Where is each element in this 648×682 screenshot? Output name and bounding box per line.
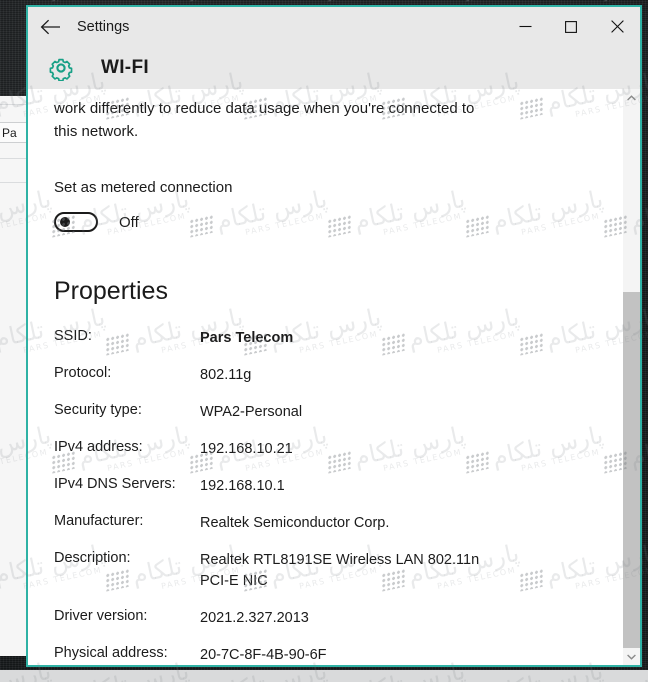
back-arrow-icon[interactable] (28, 8, 72, 46)
property-row: Security type: WPA2-Personal (54, 402, 623, 423)
property-row: Physical address: 20-7C-8F-4B-90-6F (54, 645, 623, 665)
vertical-scrollbar[interactable] (623, 89, 640, 665)
property-row: IPv4 address: 192.168.10.21 (54, 439, 623, 460)
property-value: WPA2-Personal (200, 404, 303, 420)
page-title: WI-FI (101, 56, 149, 78)
taskbar-strip (0, 670, 648, 682)
caption-buttons (502, 7, 640, 46)
property-key: Protocol: (54, 365, 112, 381)
property-key: IPv4 DNS Servers: (54, 476, 176, 492)
property-row: IPv4 DNS Servers: 192.168.10.1 (54, 476, 623, 497)
property-row: Driver version: 2021.2.327.2013 (54, 608, 623, 629)
property-key: IPv4 address: (54, 439, 143, 455)
property-value: 192.168.10.21 (200, 441, 293, 457)
property-key: Physical address: (54, 645, 168, 661)
property-row: Description: Realtek RTL8191SE Wireless … (54, 550, 623, 592)
property-value: 192.168.10.1 (200, 478, 285, 494)
property-value: Pars Telecom (200, 330, 294, 346)
property-key: Security type: (54, 402, 142, 418)
property-row: Manufacturer: Realtek Semiconductor Corp… (54, 513, 623, 534)
settings-window: Settings WI-FI work differently to reduc… (26, 5, 642, 667)
property-key: Manufacturer: (54, 513, 144, 529)
property-key: SSID: (54, 328, 92, 344)
property-value: 20-7C-8F-4B-90-6F (200, 647, 327, 663)
close-icon[interactable] (594, 7, 640, 46)
gear-icon (48, 55, 74, 81)
chevron-up-icon[interactable] (623, 89, 640, 106)
property-row: SSID: Pars Telecom (54, 328, 623, 349)
scrollbar-thumb[interactable] (623, 292, 640, 648)
title-bar[interactable]: Settings (28, 7, 640, 46)
property-row: Protocol: 802.11g (54, 365, 623, 386)
background-window-tab[interactable]: Pa (0, 122, 26, 143)
property-value: 2021.2.327.2013 (200, 610, 309, 626)
window-title: Settings (77, 18, 130, 35)
properties-section-title: Properties (54, 277, 168, 305)
property-value: Realtek Semiconductor Corp. (200, 515, 390, 531)
metered-connection-toggle[interactable] (54, 212, 98, 232)
property-value: Realtek RTL8191SE Wireless LAN 802.11n P… (200, 552, 480, 589)
metered-connection-label: Set as metered connection (54, 179, 233, 196)
minimize-icon[interactable] (502, 7, 548, 46)
background-window-sliver[interactable]: Pa (0, 96, 27, 656)
properties-list: SSID: Pars Telecom Protocol: 802.11g Sec… (54, 328, 623, 665)
toggle-state-label: Off (119, 213, 139, 231)
intro-text: work differently to reduce data usage wh… (54, 100, 475, 140)
chevron-down-icon[interactable] (623, 648, 640, 665)
maximize-icon[interactable] (548, 7, 594, 46)
property-key: Description: (54, 550, 131, 566)
page-header: WI-FI (28, 46, 640, 89)
property-value: 802.11g (200, 367, 252, 383)
toggle-knob (60, 217, 70, 227)
content-area: work differently to reduce data usage wh… (28, 89, 640, 665)
property-key: Driver version: (54, 608, 148, 624)
metered-connection-toggle-row[interactable]: Off (54, 212, 623, 232)
